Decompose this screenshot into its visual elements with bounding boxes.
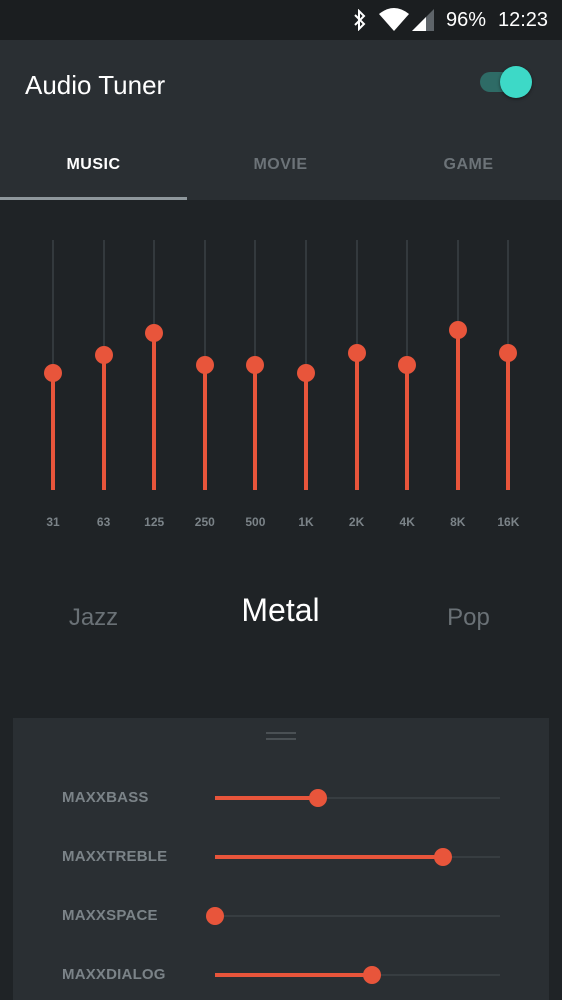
eq-band-knob[interactable] bbox=[347, 343, 366, 362]
effect-label: MAXXTREBLE bbox=[62, 848, 168, 865]
preset-next[interactable]: Pop bbox=[375, 604, 562, 632]
eq-band-fill bbox=[253, 365, 258, 490]
effect-label: MAXXDIALOG bbox=[62, 966, 166, 983]
eq-band-fill bbox=[51, 372, 55, 490]
eq-band-fill bbox=[506, 352, 511, 490]
eq-band-8k[interactable]: 8K bbox=[433, 200, 483, 540]
eq-band-2k[interactable]: 2K bbox=[332, 200, 382, 540]
effect-slider-track[interactable] bbox=[215, 915, 500, 917]
effect-slider-knob[interactable] bbox=[308, 789, 327, 807]
eq-band-fill bbox=[202, 365, 207, 490]
tab-game[interactable]: GAME bbox=[375, 135, 562, 200]
eq-band-1k[interactable]: 1K bbox=[281, 200, 331, 540]
effect-slider-fill bbox=[215, 855, 443, 859]
eq-band-4k[interactable]: 4K bbox=[382, 200, 432, 540]
eq-band-fill bbox=[455, 330, 460, 490]
effect-row-maxxbass: MAXXBASS bbox=[13, 783, 549, 813]
app-title: Audio Tuner bbox=[25, 70, 166, 100]
effect-label: MAXXBASS bbox=[62, 789, 149, 806]
effect-slider-knob[interactable] bbox=[434, 848, 452, 866]
eq-band-knob[interactable] bbox=[246, 356, 265, 374]
eq-band-label: 500 bbox=[245, 515, 266, 529]
eq-band-fill bbox=[354, 352, 359, 490]
eq-band-knob[interactable] bbox=[499, 343, 518, 362]
eq-band-fill bbox=[152, 332, 157, 490]
eq-band-125[interactable]: 125 bbox=[129, 200, 179, 540]
eq-band-label: 16K bbox=[497, 515, 520, 529]
effect-row-maxxspace: MAXXSPACE bbox=[13, 901, 549, 931]
preset-current[interactable]: Metal bbox=[187, 592, 374, 629]
eq-band-31[interactable]: 31 bbox=[28, 200, 78, 540]
eq-band-knob[interactable] bbox=[145, 323, 164, 342]
wifi-icon bbox=[378, 0, 410, 40]
effect-slider-knob[interactable] bbox=[206, 907, 224, 925]
eq-band-fill bbox=[101, 355, 106, 490]
drag-handle[interactable] bbox=[266, 732, 296, 740]
eq-band-label: 63 bbox=[96, 515, 111, 529]
tab-movie[interactable]: MOVIE bbox=[187, 135, 374, 200]
eq-band-63[interactable]: 63 bbox=[79, 200, 129, 540]
mode-tabs: MUSIC MOVIE GAME bbox=[0, 135, 562, 200]
eq-band-knob[interactable] bbox=[44, 363, 62, 382]
effects-panel: MAXXBASS MAXXTREBLE MAXXSPACE MAXXDIALOG bbox=[13, 718, 549, 1000]
eq-band-knob[interactable] bbox=[195, 356, 214, 374]
clock: 12:23 bbox=[498, 9, 549, 31]
toggle-thumb bbox=[500, 66, 532, 98]
eq-band-label: 125 bbox=[144, 515, 165, 529]
eq-band-knob[interactable] bbox=[398, 356, 417, 374]
app-bar: Audio Tuner MUSIC MOVIE GAME bbox=[0, 40, 562, 200]
effect-label: MAXXSPACE bbox=[62, 907, 158, 924]
preset-previous[interactable]: Jazz bbox=[0, 604, 187, 632]
effect-row-maxxtreble: MAXXTREBLE bbox=[13, 842, 549, 872]
status-bar: 96% 12:23 bbox=[0, 0, 562, 40]
eq-band-knob[interactable] bbox=[297, 363, 315, 382]
eq-band-16k[interactable]: 16K bbox=[483, 200, 533, 540]
effect-slider-fill bbox=[215, 796, 318, 800]
effect-slider-fill bbox=[215, 973, 372, 977]
eq-band-knob[interactable] bbox=[94, 346, 113, 364]
eq-band-500[interactable]: 500 bbox=[230, 200, 280, 540]
eq-band-250[interactable]: 250 bbox=[180, 200, 230, 540]
eq-band-label: 250 bbox=[194, 515, 215, 529]
eq-band-knob[interactable] bbox=[448, 321, 467, 339]
audio-tuner-toggle[interactable] bbox=[478, 66, 534, 98]
tab-music[interactable]: MUSIC bbox=[0, 135, 187, 200]
eq-band-label: 8K bbox=[450, 515, 466, 529]
eq-band-fill bbox=[304, 372, 308, 490]
equalizer: 31 63 125 250 500 1K 2K 4K 8K 16K bbox=[0, 200, 562, 540]
effect-slider-knob[interactable] bbox=[362, 966, 381, 984]
eq-band-fill bbox=[405, 365, 410, 490]
cell-signal-icon bbox=[410, 0, 436, 40]
eq-band-label: 31 bbox=[46, 515, 60, 529]
eq-band-label: 2K bbox=[348, 515, 365, 529]
eq-band-label: 4K bbox=[399, 515, 415, 529]
bluetooth-icon bbox=[352, 0, 368, 40]
eq-band-label: 1K bbox=[298, 515, 314, 529]
battery-percentage: 96% bbox=[446, 9, 487, 31]
preset-carousel[interactable]: Jazz Metal Pop bbox=[0, 580, 562, 650]
effect-row-maxxdialog: MAXXDIALOG bbox=[13, 960, 549, 990]
